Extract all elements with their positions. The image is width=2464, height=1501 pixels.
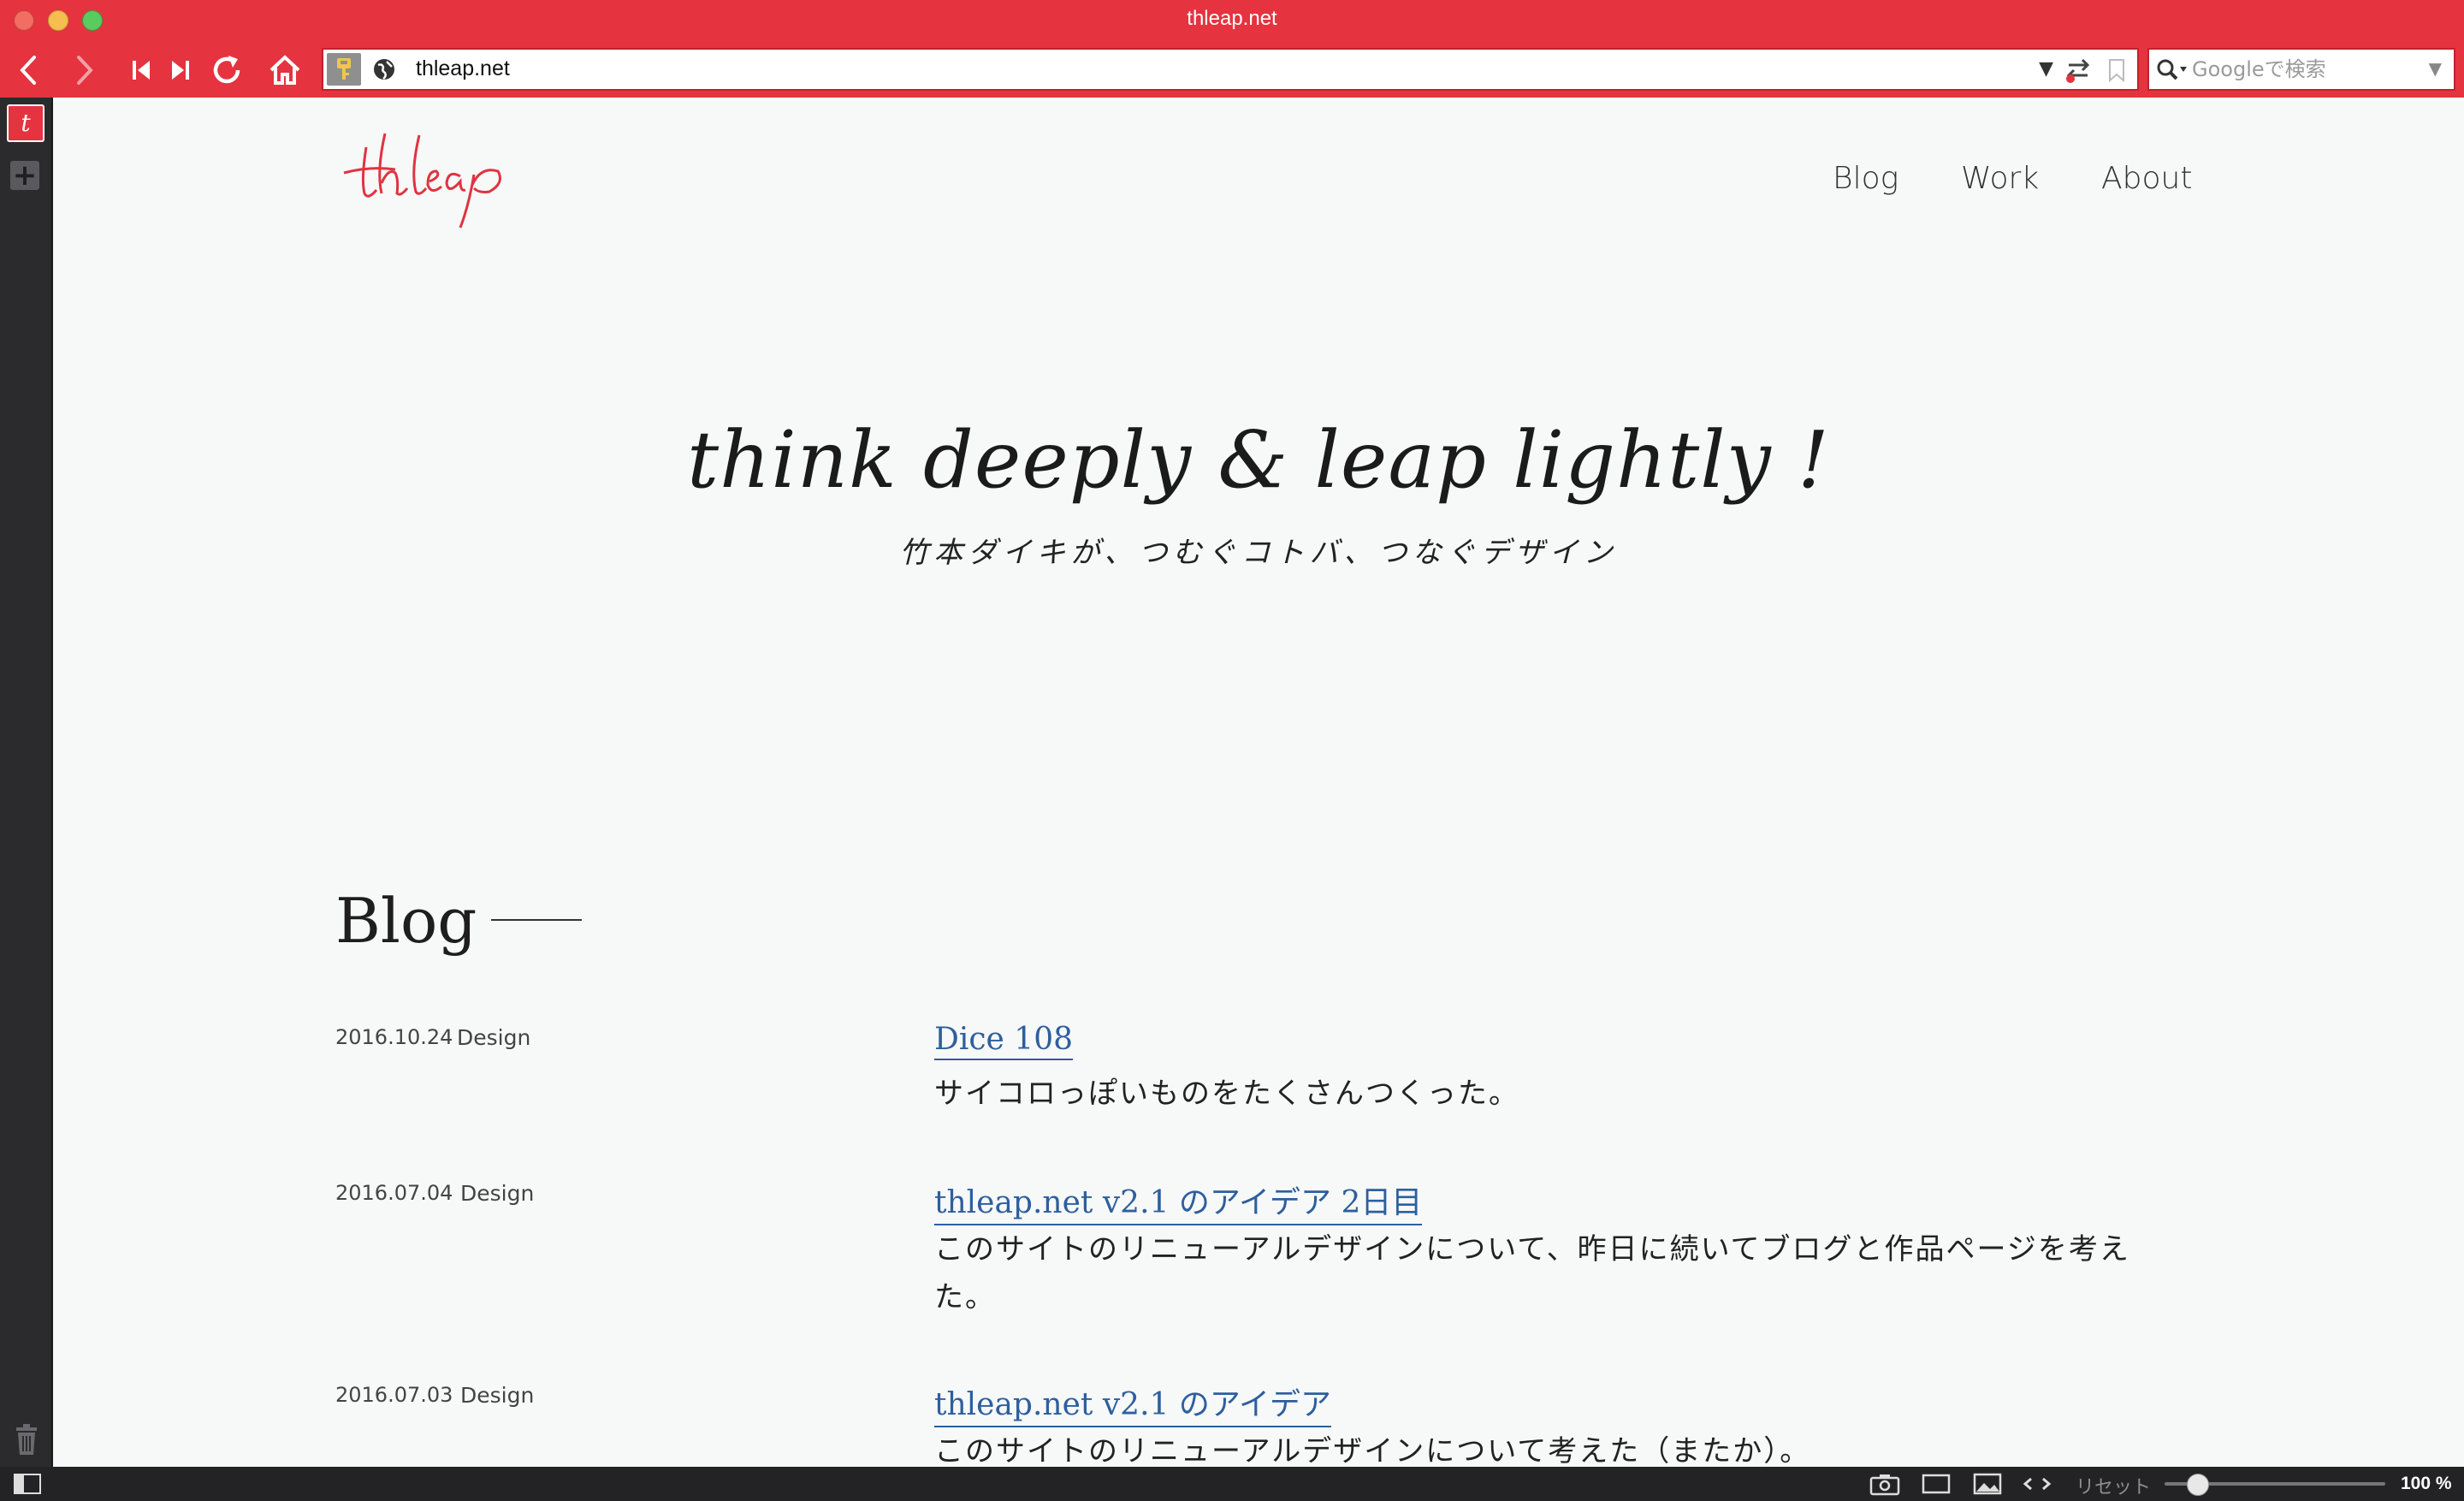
site-info-button[interactable] <box>327 53 361 86</box>
post-excerpt: このサイトのリニューアルデザインについて、昨日に続いてブログと作品ページを考えた… <box>934 1232 2130 1314</box>
search-box[interactable]: ▼ <box>2147 48 2455 91</box>
panel-tab-thleap[interactable]: t <box>7 104 44 142</box>
chevron-right-icon <box>77 56 93 85</box>
trash-icon[interactable] <box>14 1424 39 1457</box>
code-icon[interactable] <box>2021 1472 2053 1496</box>
window-title: thleap.net <box>1187 7 1277 30</box>
hero-tagline: think deeply & leap lightly ! <box>687 414 1830 506</box>
reload-icon <box>213 56 240 84</box>
post-category[interactable]: Design <box>460 1181 534 1206</box>
web-page: Blog Work About think deeply & leap ligh… <box>53 98 2464 1467</box>
skip-back-icon <box>133 61 150 80</box>
back-button[interactable] <box>7 50 50 91</box>
post-title-link[interactable]: Dice 108 <box>934 1022 1073 1060</box>
image-icon[interactable] <box>1971 1472 2004 1496</box>
home-icon <box>270 55 300 85</box>
window-titlebar: thleap.net <box>0 0 2464 43</box>
post-category[interactable]: Design <box>460 1383 534 1408</box>
panel-toggle-button[interactable] <box>14 1474 41 1494</box>
post-excerpt: このサイトのリニューアルデザインについて考えた（またか）。 <box>934 1434 1811 1467</box>
site-logo[interactable] <box>335 128 506 231</box>
url-text: thleap.net <box>416 56 510 80</box>
search-icon <box>2157 59 2187 80</box>
home-button[interactable] <box>264 50 306 91</box>
bookmark-icon[interactable] <box>2108 58 2125 82</box>
nav-work[interactable]: Work <box>1961 161 2039 196</box>
heading-rule <box>491 919 582 921</box>
nav-about[interactable]: About <box>2101 161 2192 196</box>
skip-forward-icon <box>172 61 189 80</box>
post-date: 2016.07.03 <box>335 1383 453 1407</box>
blog-heading: Blog <box>335 885 477 957</box>
url-history-dropdown[interactable]: ▼ <box>2039 58 2053 80</box>
zoom-slider-handle[interactable] <box>2186 1474 2209 1496</box>
post-title-link[interactable]: thleap.net v2.1 のアイデア <box>934 1379 1332 1427</box>
rewind-button[interactable] <box>120 50 163 91</box>
post-title-link[interactable]: thleap.net v2.1 のアイデア 2日目 <box>934 1178 1423 1225</box>
camera-icon[interactable] <box>1869 1472 1901 1496</box>
globe-icon <box>374 59 394 80</box>
search-engine-dropdown[interactable]: ▼ <box>2429 58 2442 79</box>
chevron-left-icon <box>20 56 36 85</box>
fast-forward-button[interactable] <box>159 50 202 91</box>
zoom-level: 100 % <box>2401 1474 2452 1493</box>
swap-icon[interactable] <box>2064 56 2093 85</box>
post-category[interactable]: Design <box>457 1025 530 1050</box>
add-panel-button[interactable]: + <box>10 161 39 190</box>
post-date: 2016.10.24 <box>335 1025 453 1049</box>
reload-button[interactable] <box>205 50 248 91</box>
forward-button[interactable] <box>63 50 106 91</box>
status-bar: リセット 100 % <box>0 1467 2464 1501</box>
browser-toolbar: thleap.net ▼ ▼ <box>0 43 2464 98</box>
zoom-reset-button[interactable]: リセット <box>2076 1472 2151 1499</box>
address-bar[interactable]: thleap.net ▼ <box>322 48 2139 91</box>
key-icon <box>337 58 351 80</box>
side-panel: t + <box>0 98 53 1467</box>
post-excerpt: サイコロっぽいものをたくさんつくった。 <box>934 1077 1519 1111</box>
search-input[interactable] <box>2192 53 2414 86</box>
window-icon[interactable] <box>1920 1472 1952 1496</box>
hero-subtagline: 竹本ダイキが、つむぐコトバ、つなぐデザイン <box>899 536 1618 570</box>
post-date: 2016.07.04 <box>335 1181 453 1205</box>
nav-blog[interactable]: Blog <box>1833 161 1898 196</box>
